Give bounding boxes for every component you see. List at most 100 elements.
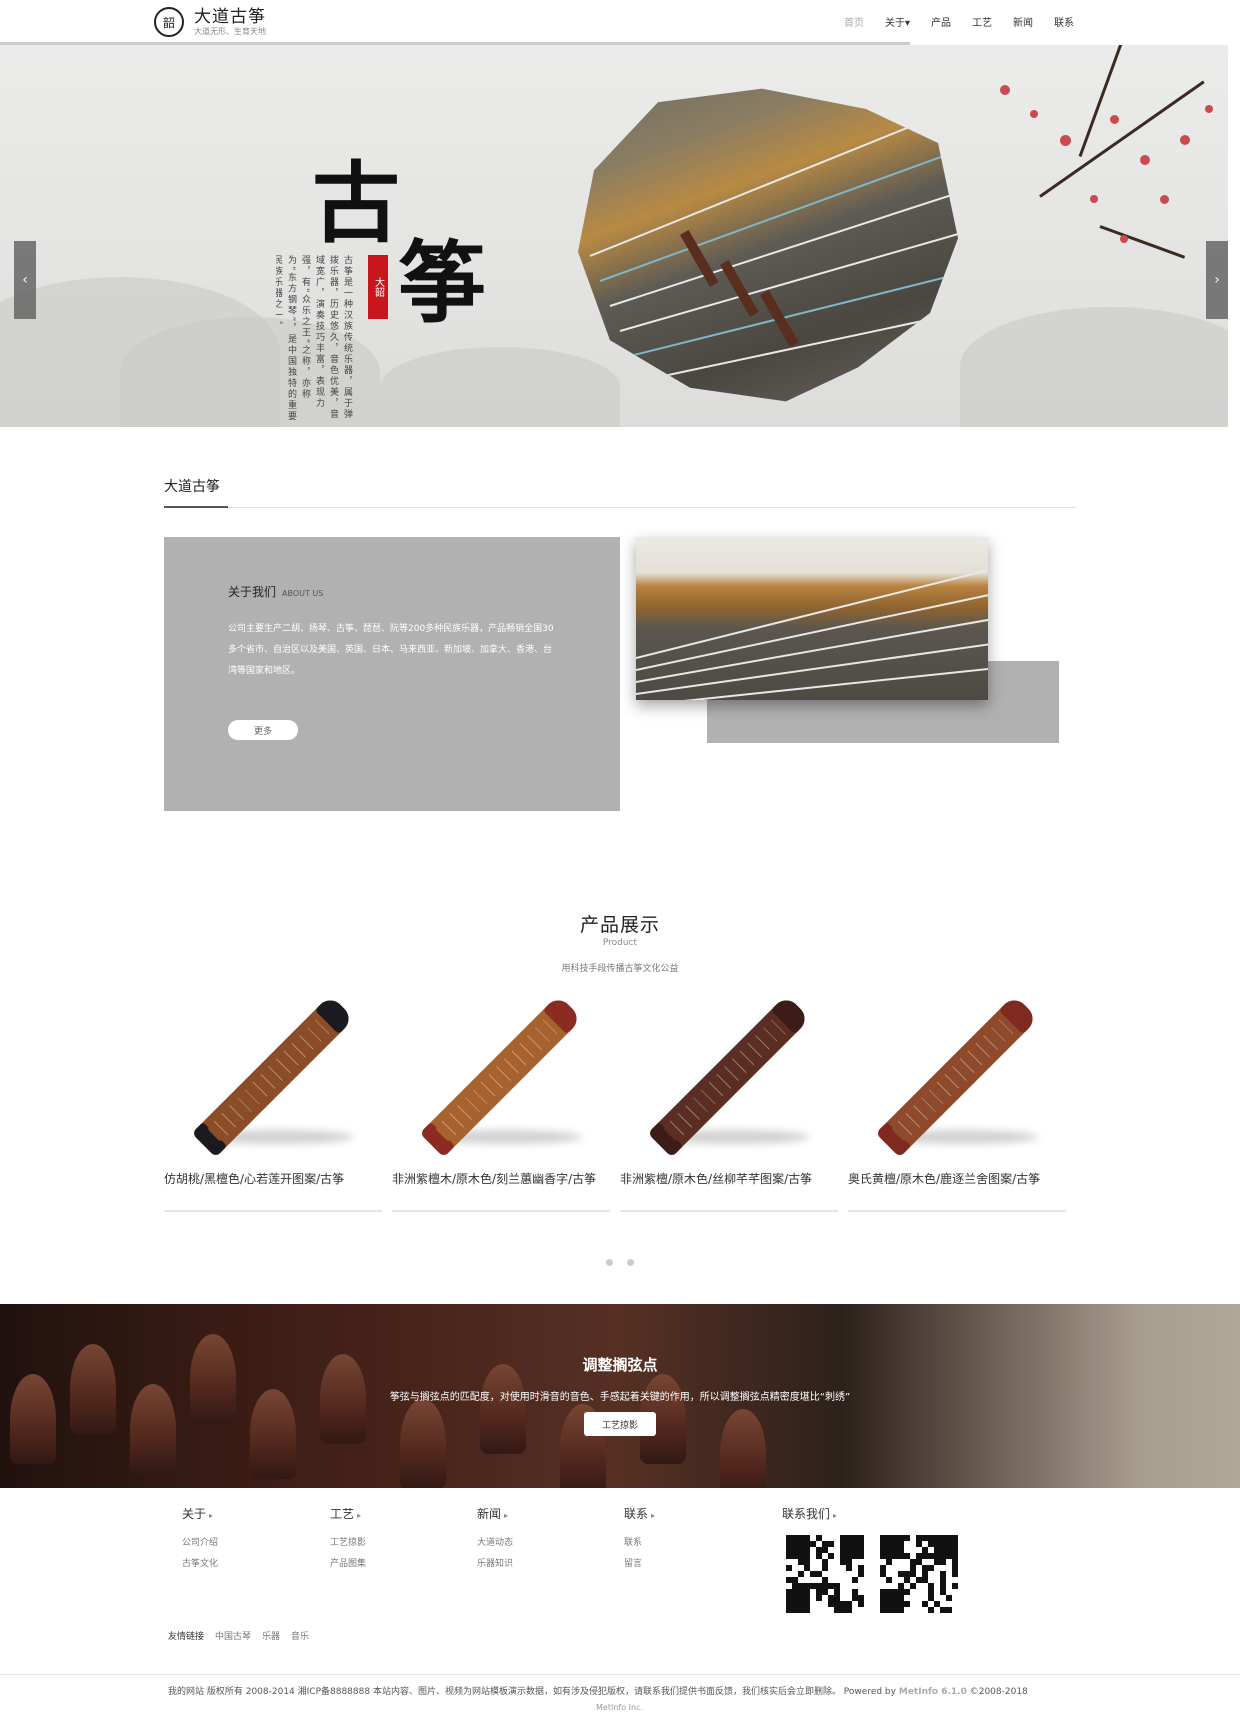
- main-nav: 首页 关于▾ 产品 工艺 新闻 联系: [823, 14, 1074, 29]
- footer-column-head[interactable]: 工艺 ▸: [330, 1505, 366, 1522]
- footer-column-about: 关于 ▸ 公司介绍 古筝文化: [182, 1505, 218, 1575]
- footer-link[interactable]: 工艺掠影: [330, 1533, 366, 1554]
- qr-module: [846, 1607, 852, 1613]
- products-pager-dot[interactable]: [606, 1259, 613, 1266]
- product-image[interactable]: [848, 990, 1066, 1162]
- zither-soundboard: [662, 1012, 793, 1143]
- products-subtitle: Product: [602, 938, 638, 948]
- hero-prev-arrow-icon[interactable]: ‹: [14, 241, 36, 319]
- hero-next-arrow-icon[interactable]: ›: [1206, 241, 1228, 319]
- product-name[interactable]: 奥氏黄檀/原木色/鹿逐兰舍图案/古筝: [848, 1170, 1040, 1187]
- footer-link[interactable]: 古筝文化: [182, 1554, 218, 1575]
- footer-divider: [0, 1674, 1240, 1675]
- qr-module: [904, 1535, 910, 1541]
- caret-right-icon: ▸: [504, 1511, 509, 1520]
- qr-module: [786, 1565, 792, 1571]
- footer-link[interactable]: 大道动态: [477, 1533, 513, 1554]
- qr-module: [804, 1607, 810, 1613]
- products-title: 产品展示: [579, 914, 660, 936]
- craft-banner: 调整搁弦点 筝弦与搁弦点的匹配度，对使用时滑音的音色、手感起着关键的作用，所以调…: [0, 1304, 1240, 1488]
- mountain-shape: [960, 307, 1228, 427]
- footer-head-label: 关于: [182, 1507, 207, 1521]
- about-guzheng-photo: [636, 537, 988, 700]
- footer-column-contact: 联系 ▸ 联系 留言: [624, 1505, 655, 1575]
- qr-module: [828, 1553, 834, 1559]
- nav-news[interactable]: 新闻: [1013, 14, 1033, 29]
- qr-module: [886, 1559, 892, 1565]
- caret-right-icon: ▸: [833, 1511, 838, 1520]
- copyright-main: 我的网站 版权所有 2008-2014 湘ICP备8888888 本站内容、图片…: [168, 1687, 896, 1697]
- footer-link[interactable]: 留言: [624, 1554, 655, 1575]
- product-name[interactable]: 仿胡桃/黑檀色/心若莲开图案/古筝: [164, 1170, 344, 1187]
- hero-vertical-text: 古筝是一种汉族传统乐器，属于弹拨乐器，历史悠久，音色优美，音域宽广，演奏技巧丰富…: [276, 255, 352, 423]
- nav-contact[interactable]: 联系: [1054, 14, 1074, 29]
- site-name: 大道古筝: [194, 6, 266, 27]
- zither-soundboard: [206, 1012, 337, 1143]
- about-more-button[interactable]: 更多: [228, 720, 298, 740]
- plum-blossom: [1180, 135, 1190, 145]
- bridge-shape: [720, 260, 759, 317]
- product-card[interactable]: 奥氏黄檀/原木色/鹿逐兰舍图案/古筝: [848, 990, 1066, 1212]
- footer-column-craft: 工艺 ▸ 工艺掠影 产品图集: [330, 1505, 366, 1575]
- qr-module: [910, 1583, 916, 1589]
- site-tagline: 大道无形、生育天地: [194, 26, 266, 36]
- craft-button[interactable]: 工艺掠影: [584, 1412, 656, 1436]
- footer-head-label: 联系我们: [782, 1507, 831, 1521]
- site-logo[interactable]: 韶 大道古筝 大道无形、生育天地: [154, 7, 266, 37]
- friend-link[interactable]: 中国古琴: [215, 1629, 251, 1642]
- about-heading: 关于我们 ABOUT US: [228, 583, 323, 600]
- footer-head-label: 联系: [624, 1507, 649, 1521]
- friend-link[interactable]: 音乐: [291, 1629, 309, 1642]
- product-card[interactable]: 仿胡桃/黑檀色/心若莲开图案/古筝: [164, 990, 382, 1212]
- caret-right-icon: ▸: [357, 1511, 362, 1520]
- hero-guzheng-photo: [578, 88, 958, 402]
- section-title-underline: [164, 506, 228, 508]
- footer-column-head[interactable]: 联系 ▸: [624, 1505, 655, 1522]
- nav-products[interactable]: 产品: [931, 14, 951, 29]
- craft-title: 调整搁弦点: [582, 1356, 658, 1374]
- footer-link[interactable]: 产品图集: [330, 1554, 366, 1575]
- product-name[interactable]: 非洲紫檀/原木色/丝柳芊芊图案/古筝: [620, 1170, 812, 1187]
- plum-blossom: [1030, 110, 1038, 118]
- string-line: [599, 136, 958, 282]
- product-image[interactable]: [164, 990, 382, 1162]
- footer-column-head[interactable]: 关于 ▸: [182, 1505, 218, 1522]
- nav-craft[interactable]: 工艺: [972, 14, 992, 29]
- mountain-shape: [380, 347, 620, 427]
- footer-column-head[interactable]: 新闻 ▸: [477, 1505, 513, 1522]
- craft-description: 筝弦与搁弦点的匹配度，对使用时滑音的音色、手感起着关键的作用，所以调整搁弦点精密…: [389, 1392, 851, 1403]
- qr-module: [822, 1565, 828, 1571]
- footer-column-head: 联系我们 ▸: [782, 1505, 837, 1522]
- qr-module: [952, 1583, 958, 1589]
- footer-link[interactable]: 公司介绍: [182, 1533, 218, 1554]
- company-name: MetInfo Inc.: [596, 1703, 644, 1712]
- plum-blossom: [1140, 155, 1150, 165]
- product-image[interactable]: [392, 990, 610, 1162]
- zither-soundboard: [434, 1012, 565, 1143]
- footer-link[interactable]: 联系: [624, 1533, 655, 1554]
- friend-link[interactable]: 乐器: [262, 1629, 280, 1642]
- product-card[interactable]: 非洲紫檀/原木色/丝柳芊芊图案/古筝: [620, 990, 838, 1212]
- qr-module: [928, 1565, 934, 1571]
- products-pager-dot[interactable]: [627, 1259, 634, 1266]
- hero-slider: 古 筝 大韶 古筝是一种汉族传统乐器，属于弹拨乐器，历史悠久，音色优美，音域宽广…: [0, 45, 1228, 427]
- nav-home[interactable]: 首页: [844, 14, 864, 29]
- string-line: [589, 97, 958, 257]
- footer-head-label: 新闻: [477, 1507, 502, 1521]
- plum-blossom: [1090, 195, 1098, 203]
- product-card[interactable]: 非洲紫檀木/原木色/刻兰蕙幽香字/古筝: [392, 990, 610, 1212]
- qr-module: [846, 1565, 852, 1571]
- product-name[interactable]: 非洲紫檀木/原木色/刻兰蕙幽香字/古筝: [392, 1170, 596, 1187]
- caret-right-icon: ▸: [651, 1511, 656, 1520]
- qr-module: [904, 1589, 910, 1595]
- product-image[interactable]: [620, 990, 838, 1162]
- powered-by-link[interactable]: MetInfo 6.1.0: [899, 1687, 967, 1697]
- footer-link[interactable]: 乐器知识: [477, 1554, 513, 1575]
- hero-title-char-1: 古: [312, 151, 401, 255]
- footer-column-news: 新闻 ▸ 大道动态 乐器知识: [477, 1505, 513, 1575]
- qr-module: [952, 1571, 958, 1577]
- copyright-text: 我的网站 版权所有 2008-2014 湘ICP备8888888 本站内容、图片…: [168, 1684, 1028, 1697]
- qr-module: [946, 1595, 952, 1601]
- nav-about[interactable]: 关于▾: [885, 14, 910, 29]
- qr-module: [940, 1559, 946, 1565]
